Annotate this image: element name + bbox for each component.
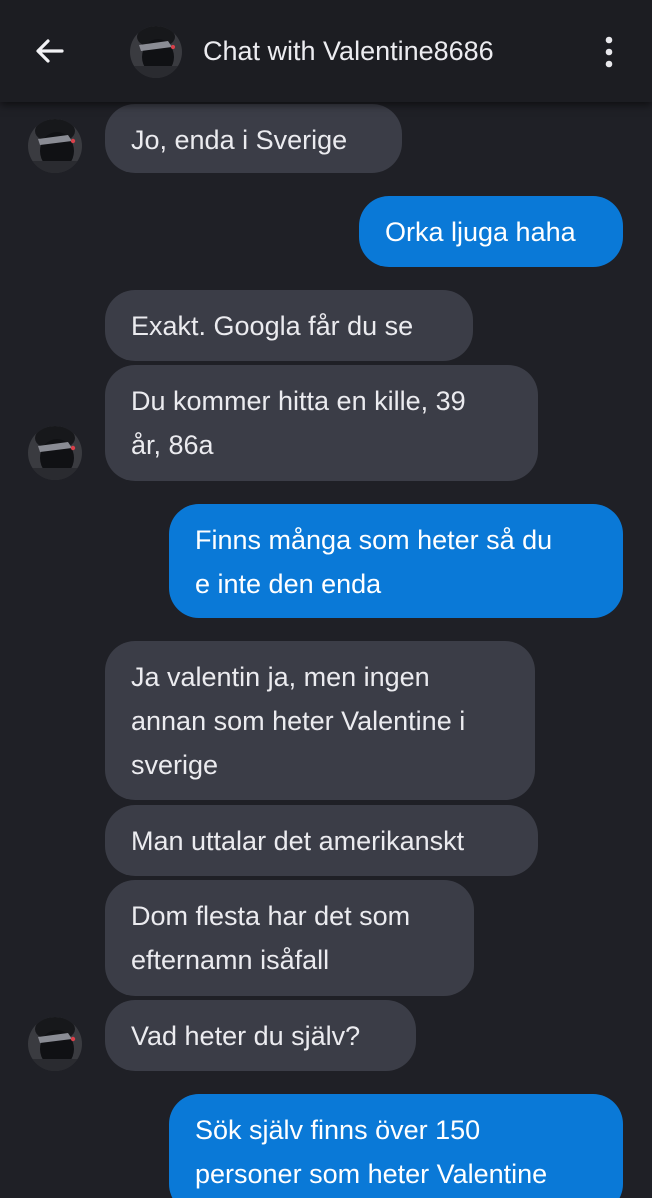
chat-screen: Jo, enda i Sverige Orka ljuga haha Exakt… xyxy=(0,0,652,1198)
back-button[interactable] xyxy=(22,28,78,74)
message-bubble-outgoing[interactable]: Orka ljuga haha xyxy=(359,196,623,267)
message-bubble-outgoing[interactable]: Finns många som heter så du e inte den e… xyxy=(169,504,623,618)
message-bubble-incoming[interactable]: Ja valentin ja, men ingen annan som hete… xyxy=(105,641,535,800)
message-bubble-outgoing[interactable]: Sök själv finns över 150 personer som he… xyxy=(169,1094,623,1198)
message-list[interactable]: Jo, enda i Sverige Orka ljuga haha Exakt… xyxy=(0,0,652,1198)
message-bubble-incoming[interactable]: Man uttalar det amerikanskt xyxy=(105,805,538,876)
message-bubble-incoming[interactable]: Du kommer hitta en kille, 39 år, 86a xyxy=(105,365,538,481)
more-vertical-icon xyxy=(605,36,613,68)
chat-header: Chat with Valentine8686 xyxy=(0,0,652,102)
chat-title: Chat with Valentine8686 xyxy=(203,36,494,66)
more-options-button[interactable] xyxy=(588,30,630,74)
contact-avatar[interactable] xyxy=(28,119,82,173)
contact-avatar[interactable] xyxy=(28,1017,82,1071)
contact-avatar[interactable] xyxy=(28,426,82,480)
arrow-left-icon xyxy=(36,39,64,63)
message-bubble-incoming[interactable]: Dom flesta har det som efternamn isåfall xyxy=(105,880,474,996)
message-bubble-incoming[interactable]: Jo, enda i Sverige xyxy=(105,104,402,173)
header-avatar[interactable] xyxy=(130,26,182,78)
message-bubble-incoming[interactable]: Exakt. Googla får du se xyxy=(105,290,473,361)
message-bubble-incoming[interactable]: Vad heter du själv? xyxy=(105,1000,416,1071)
